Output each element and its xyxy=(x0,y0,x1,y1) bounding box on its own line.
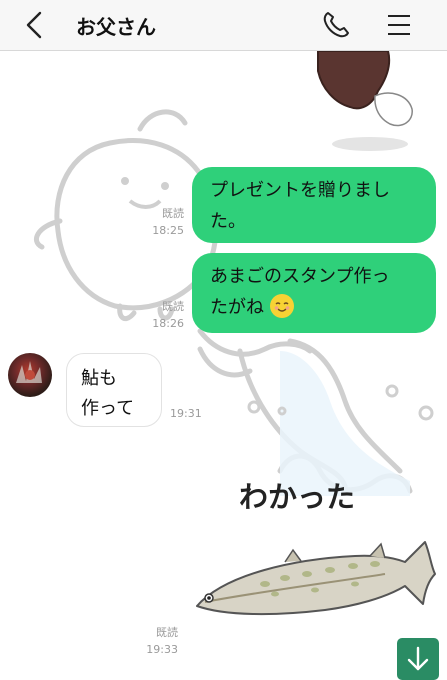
incoming-message-bubble[interactable]: 鮎も 作って xyxy=(66,353,162,427)
sticker-caption: わかった xyxy=(239,480,356,514)
read-receipt: 既読 xyxy=(162,207,184,220)
message-time: 18:25 xyxy=(152,224,184,237)
message-time: 18:26 xyxy=(152,317,184,330)
relieved-face-emoji xyxy=(269,294,294,318)
message-text-line: た。 xyxy=(210,211,246,232)
fish-sticker-icon xyxy=(196,541,436,616)
chevron-left-icon[interactable] xyxy=(22,10,50,40)
phone-icon[interactable] xyxy=(320,9,352,41)
scroll-to-bottom-button[interactable] xyxy=(397,638,439,680)
hamburger-menu-icon[interactable] xyxy=(385,12,413,38)
message-time: 19:31 xyxy=(170,407,202,420)
arrow-down-icon xyxy=(407,646,429,671)
message-text-line: プレゼントを贈りまし xyxy=(210,180,390,201)
message-meta: 既読 18:25 xyxy=(130,205,184,239)
chat-title: お父さん xyxy=(76,15,156,39)
avatar[interactable] xyxy=(8,353,52,397)
outgoing-message-bubble[interactable]: プレゼントを贈りまし た。 xyxy=(192,167,436,243)
read-receipt: 既読 xyxy=(162,300,184,313)
sticker-message[interactable]: わかった xyxy=(185,466,440,616)
outgoing-message-bubble[interactable]: あまごのスタンプ作っ たがね xyxy=(192,253,436,333)
message-text-line: 鮎も xyxy=(81,368,117,389)
message-time: 19:33 xyxy=(146,643,178,656)
message-meta: 既読 19:33 xyxy=(124,624,178,658)
chat-area[interactable]: プレゼントを贈りまし た。 既読 18:25 あまごのスタンプ作っ たがね 既読… xyxy=(0,51,447,680)
message-text-line: たがね xyxy=(210,297,264,318)
message-text-line: 作って xyxy=(81,398,135,419)
message-meta: 既読 18:26 xyxy=(130,298,184,332)
chat-header: お父さん xyxy=(0,0,447,51)
message-text-line: あまごのスタンプ作っ xyxy=(210,266,390,287)
read-receipt: 既読 xyxy=(156,626,178,639)
